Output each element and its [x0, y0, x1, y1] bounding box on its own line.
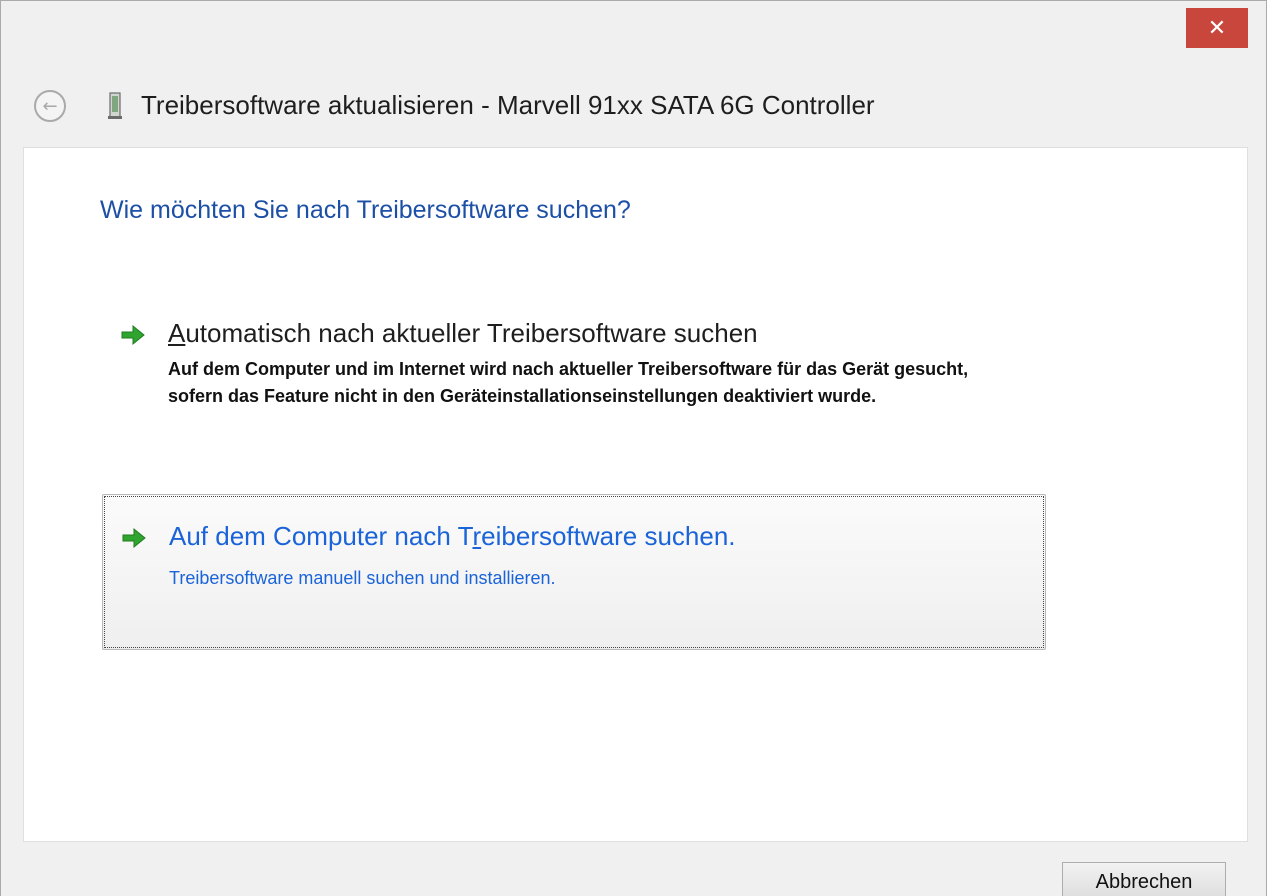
close-button[interactable]: ✕ [1186, 8, 1248, 48]
option-title: Auf dem Computer nach Treibersoftware su… [169, 521, 736, 552]
back-arrow-icon: ← [42, 95, 58, 117]
window-title: Treibersoftware aktualisieren - Marvell … [141, 90, 875, 120]
option-search-automatically[interactable]: Automatisch nach aktueller Treibersoftwa… [102, 316, 1046, 456]
option-title-post: eibersoftware suchen. [481, 521, 736, 551]
option-title-text: utomatisch nach aktueller Treibersoftwar… [185, 318, 758, 348]
option-description: Auf dem Computer und im Internet wird na… [168, 359, 969, 406]
back-button[interactable]: ← [34, 90, 66, 122]
content-panel: Wie möchten Sie nach Treibersoftware suc… [23, 147, 1248, 842]
accelerator-key: r [472, 521, 482, 551]
green-arrow-icon [122, 527, 146, 549]
option-description: Treibersoftware manuell suchen und insta… [169, 568, 556, 588]
green-arrow-icon [121, 324, 145, 346]
page-question: Wie möchten Sie nach Treibersoftware suc… [100, 196, 631, 224]
device-icon [108, 92, 122, 119]
option-title-pre: Auf dem Computer nach T [169, 521, 473, 551]
option-title: Automatisch nach aktueller Treibersoftwa… [168, 318, 758, 349]
dialog-window: ✕ ← Treibersoftware aktualisieren - Marv… [0, 0, 1267, 896]
close-icon: ✕ [1207, 15, 1227, 41]
cancel-button[interactable]: Abbrechen [1062, 862, 1226, 896]
title-bar [1, 1, 1266, 61]
option-browse-computer[interactable]: Auf dem Computer nach Treibersoftware su… [102, 494, 1046, 650]
accelerator-key: A [168, 318, 186, 348]
